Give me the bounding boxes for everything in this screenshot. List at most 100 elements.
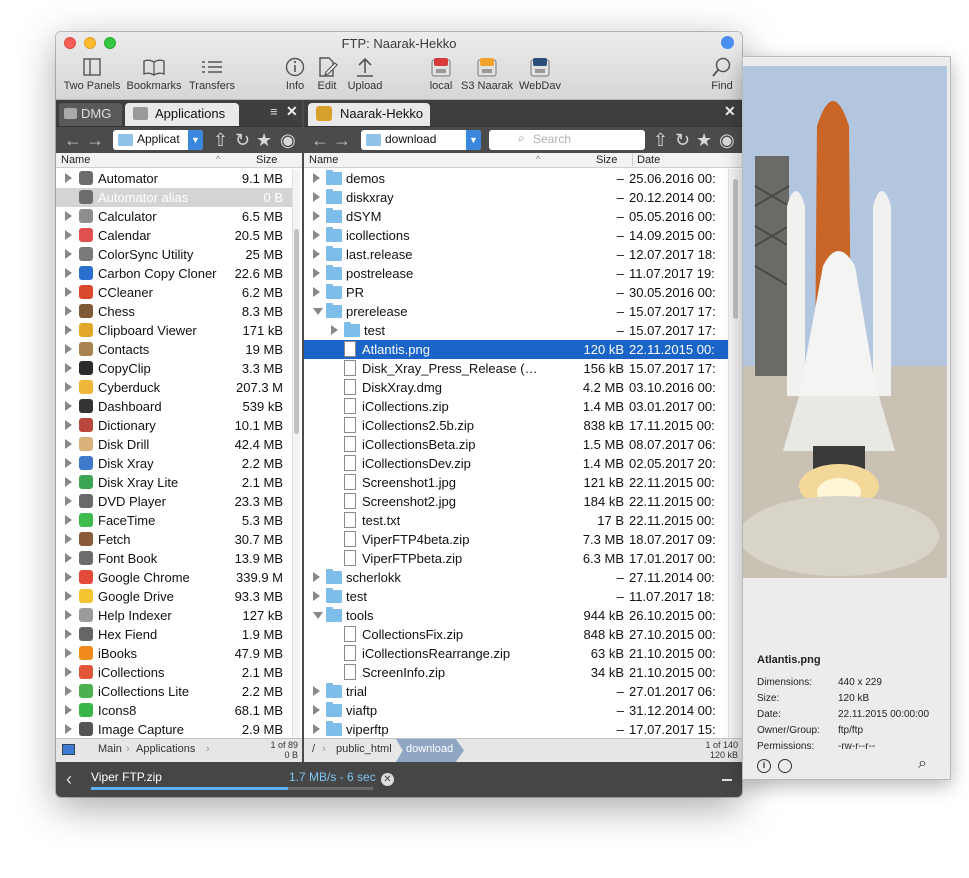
disclosure-triangle-icon[interactable]: [331, 325, 338, 335]
tab-applications[interactable]: Applications: [125, 103, 239, 126]
left-list-row[interactable]: iCollections 2.1 MB: [56, 663, 292, 682]
connect-icon[interactable]: ◉: [719, 129, 735, 151]
left-list-row[interactable]: CopyClip 3.3 MB: [56, 359, 292, 378]
left-list-row[interactable]: Dashboard 539 kB: [56, 397, 292, 416]
disclosure-triangle-icon[interactable]: [65, 572, 72, 582]
disclosure-triangle-icon[interactable]: [313, 192, 320, 202]
left-list-row[interactable]: CCleaner 6.2 MB: [56, 283, 292, 302]
info-button[interactable]: Info: [281, 56, 309, 92]
right-file-list[interactable]: demos –25.06.2016 00: diskxray –20.12.2014 …: [304, 169, 728, 738]
folder-row[interactable]: icollections –14.09.2015 00:: [304, 226, 728, 245]
disclosure-triangle-icon[interactable]: [65, 534, 72, 544]
left-scrollbar[interactable]: [292, 169, 300, 738]
disclosure-triangle-icon[interactable]: [65, 344, 72, 354]
refresh-icon[interactable]: ↻: [675, 129, 690, 151]
name-column-header[interactable]: Name: [61, 154, 90, 166]
disclosure-triangle-icon[interactable]: [65, 420, 72, 430]
local-server-button[interactable]: local: [426, 56, 456, 92]
file-row[interactable]: Atlantis.png 120 kB 22.11.2015 00:: [304, 340, 728, 359]
left-list-row[interactable]: Icons8 68.1 MB: [56, 701, 292, 720]
left-list-row[interactable]: Clipboard Viewer 171 kB: [56, 321, 292, 340]
folder-row[interactable]: postrelease –11.07.2017 19:: [304, 264, 728, 283]
collapse-icon[interactable]: [722, 779, 732, 781]
folder-row[interactable]: prerelease –15.07.2017 17:: [304, 302, 728, 321]
left-list-row[interactable]: Contacts 19 MB: [56, 340, 292, 359]
left-list-row[interactable]: DVD Player 23.3 MB: [56, 492, 292, 511]
file-row[interactable]: ScreenInfo.zip 34 kB 21.10.2015 00:: [304, 663, 728, 682]
disclosure-triangle-icon[interactable]: [65, 705, 72, 715]
breadcrumb-download[interactable]: download: [406, 743, 453, 755]
left-list-row[interactable]: Automator 9.1 MB: [56, 169, 292, 188]
left-list-row[interactable]: Calculator 6.5 MB: [56, 207, 292, 226]
disclosure-triangle-icon[interactable]: [65, 667, 72, 677]
right-scrollbar[interactable]: [728, 169, 742, 738]
info-icon[interactable]: i: [757, 759, 771, 773]
tab-menu-icon[interactable]: ≡: [270, 104, 278, 119]
disclosure-triangle-icon[interactable]: [65, 648, 72, 658]
disclosure-triangle-icon[interactable]: [65, 458, 72, 468]
scrollbar-thumb[interactable]: [733, 179, 738, 319]
crosshair-icon[interactable]: [778, 759, 792, 773]
left-list-row[interactable]: Chess 8.3 MB: [56, 302, 292, 321]
folder-row[interactable]: viaftp –31.12.2014 00:: [304, 701, 728, 720]
forward-arrow-icon[interactable]: →: [333, 131, 351, 149]
date-column-header[interactable]: Date: [632, 154, 660, 166]
disclosure-triangle-icon[interactable]: [313, 686, 320, 696]
disclosure-triangle-icon[interactable]: [65, 686, 72, 696]
folder-row[interactable]: trial –27.01.2017 06:: [304, 682, 728, 701]
left-list-row[interactable]: Google Chrome 339.9 M: [56, 568, 292, 587]
disclosure-triangle-icon[interactable]: [313, 705, 320, 715]
close-tab-icon[interactable]: ✕: [724, 103, 736, 120]
close-tab-icon[interactable]: ✕: [286, 103, 298, 120]
breadcrumb-root[interactable]: /: [312, 743, 315, 755]
file-row[interactable]: iCollectionsBeta.zip 1.5 MB 08.07.2017 06:: [304, 435, 728, 454]
chevron-left-icon[interactable]: ‹: [66, 769, 72, 790]
search-field[interactable]: ⌕ Search: [489, 130, 645, 150]
disclosure-triangle-icon[interactable]: [65, 249, 72, 259]
disclosure-open-icon[interactable]: [313, 612, 323, 619]
left-list-row[interactable]: Carbon Copy Cloner 22.6 MB: [56, 264, 292, 283]
file-row[interactable]: iCollectionsDev.zip 1.4 MB 02.05.2017 20:: [304, 454, 728, 473]
left-file-list[interactable]: Automator 9.1 MB Automator alias 0 B Calcula…: [56, 169, 292, 738]
disclosure-triangle-icon[interactable]: [65, 515, 72, 525]
folder-row[interactable]: demos –25.06.2016 00:: [304, 169, 728, 188]
left-list-row[interactable]: Disk Drill 42.4 MB: [56, 435, 292, 454]
file-row[interactable]: test.txt 17 B 22.11.2015 00:: [304, 511, 728, 530]
left-list-row[interactable]: iBooks 47.9 MB: [56, 644, 292, 663]
left-list-row[interactable]: Font Book 13.9 MB: [56, 549, 292, 568]
size-column-header[interactable]: Size: [256, 154, 277, 166]
left-list-row[interactable]: Hex Fiend 1.9 MB: [56, 625, 292, 644]
left-list-row[interactable]: Dictionary 10.1 MB: [56, 416, 292, 435]
find-button[interactable]: Find: [706, 56, 738, 92]
folder-row[interactable]: test –15.07.2017 17:: [304, 321, 728, 340]
breadcrumb-applications[interactable]: Applications: [136, 743, 195, 755]
size-column-header[interactable]: Size: [596, 154, 617, 166]
folder-row[interactable]: PR –30.05.2016 00:: [304, 283, 728, 302]
file-row[interactable]: ViperFTP4beta.zip 7.3 MB 18.07.2017 09:: [304, 530, 728, 549]
disclosure-triangle-icon[interactable]: [313, 173, 320, 183]
forward-arrow-icon[interactable]: →: [86, 131, 104, 149]
disclosure-triangle-icon[interactable]: [65, 268, 72, 278]
s3-naarak-button[interactable]: S3 Naarak: [459, 56, 515, 92]
tab-dmg[interactable]: DMG: [59, 103, 122, 126]
disclosure-triangle-icon[interactable]: [65, 439, 72, 449]
file-row[interactable]: DiskXray.dmg 4.2 MB 03.10.2016 00:: [304, 378, 728, 397]
back-arrow-icon[interactable]: ←: [311, 131, 329, 149]
disclosure-triangle-icon[interactable]: [65, 363, 72, 373]
file-row[interactable]: iCollections.zip 1.4 MB 03.01.2017 00:: [304, 397, 728, 416]
disclosure-triangle-icon[interactable]: [65, 610, 72, 620]
disclosure-triangle-icon[interactable]: [65, 211, 72, 221]
left-list-row[interactable]: Google Drive 93.3 MB: [56, 587, 292, 606]
connect-icon[interactable]: ◉: [280, 129, 296, 151]
two-panels-button[interactable]: Two Panels: [62, 56, 122, 92]
name-column-header[interactable]: Name: [309, 154, 338, 166]
left-list-row[interactable]: Calendar 20.5 MB: [56, 226, 292, 245]
file-row[interactable]: Screenshot1.jpg 121 kB 22.11.2015 00:: [304, 473, 728, 492]
webdav-button[interactable]: WebDav: [518, 56, 562, 92]
disclosure-triangle-icon[interactable]: [65, 724, 72, 734]
edit-button[interactable]: Edit: [314, 56, 340, 92]
folder-row[interactable]: last.release –12.07.2017 18:: [304, 245, 728, 264]
bookmarks-button[interactable]: Bookmarks: [126, 56, 182, 92]
disclosure-triangle-icon[interactable]: [65, 477, 72, 487]
cancel-transfer-icon[interactable]: ✕: [381, 773, 394, 786]
